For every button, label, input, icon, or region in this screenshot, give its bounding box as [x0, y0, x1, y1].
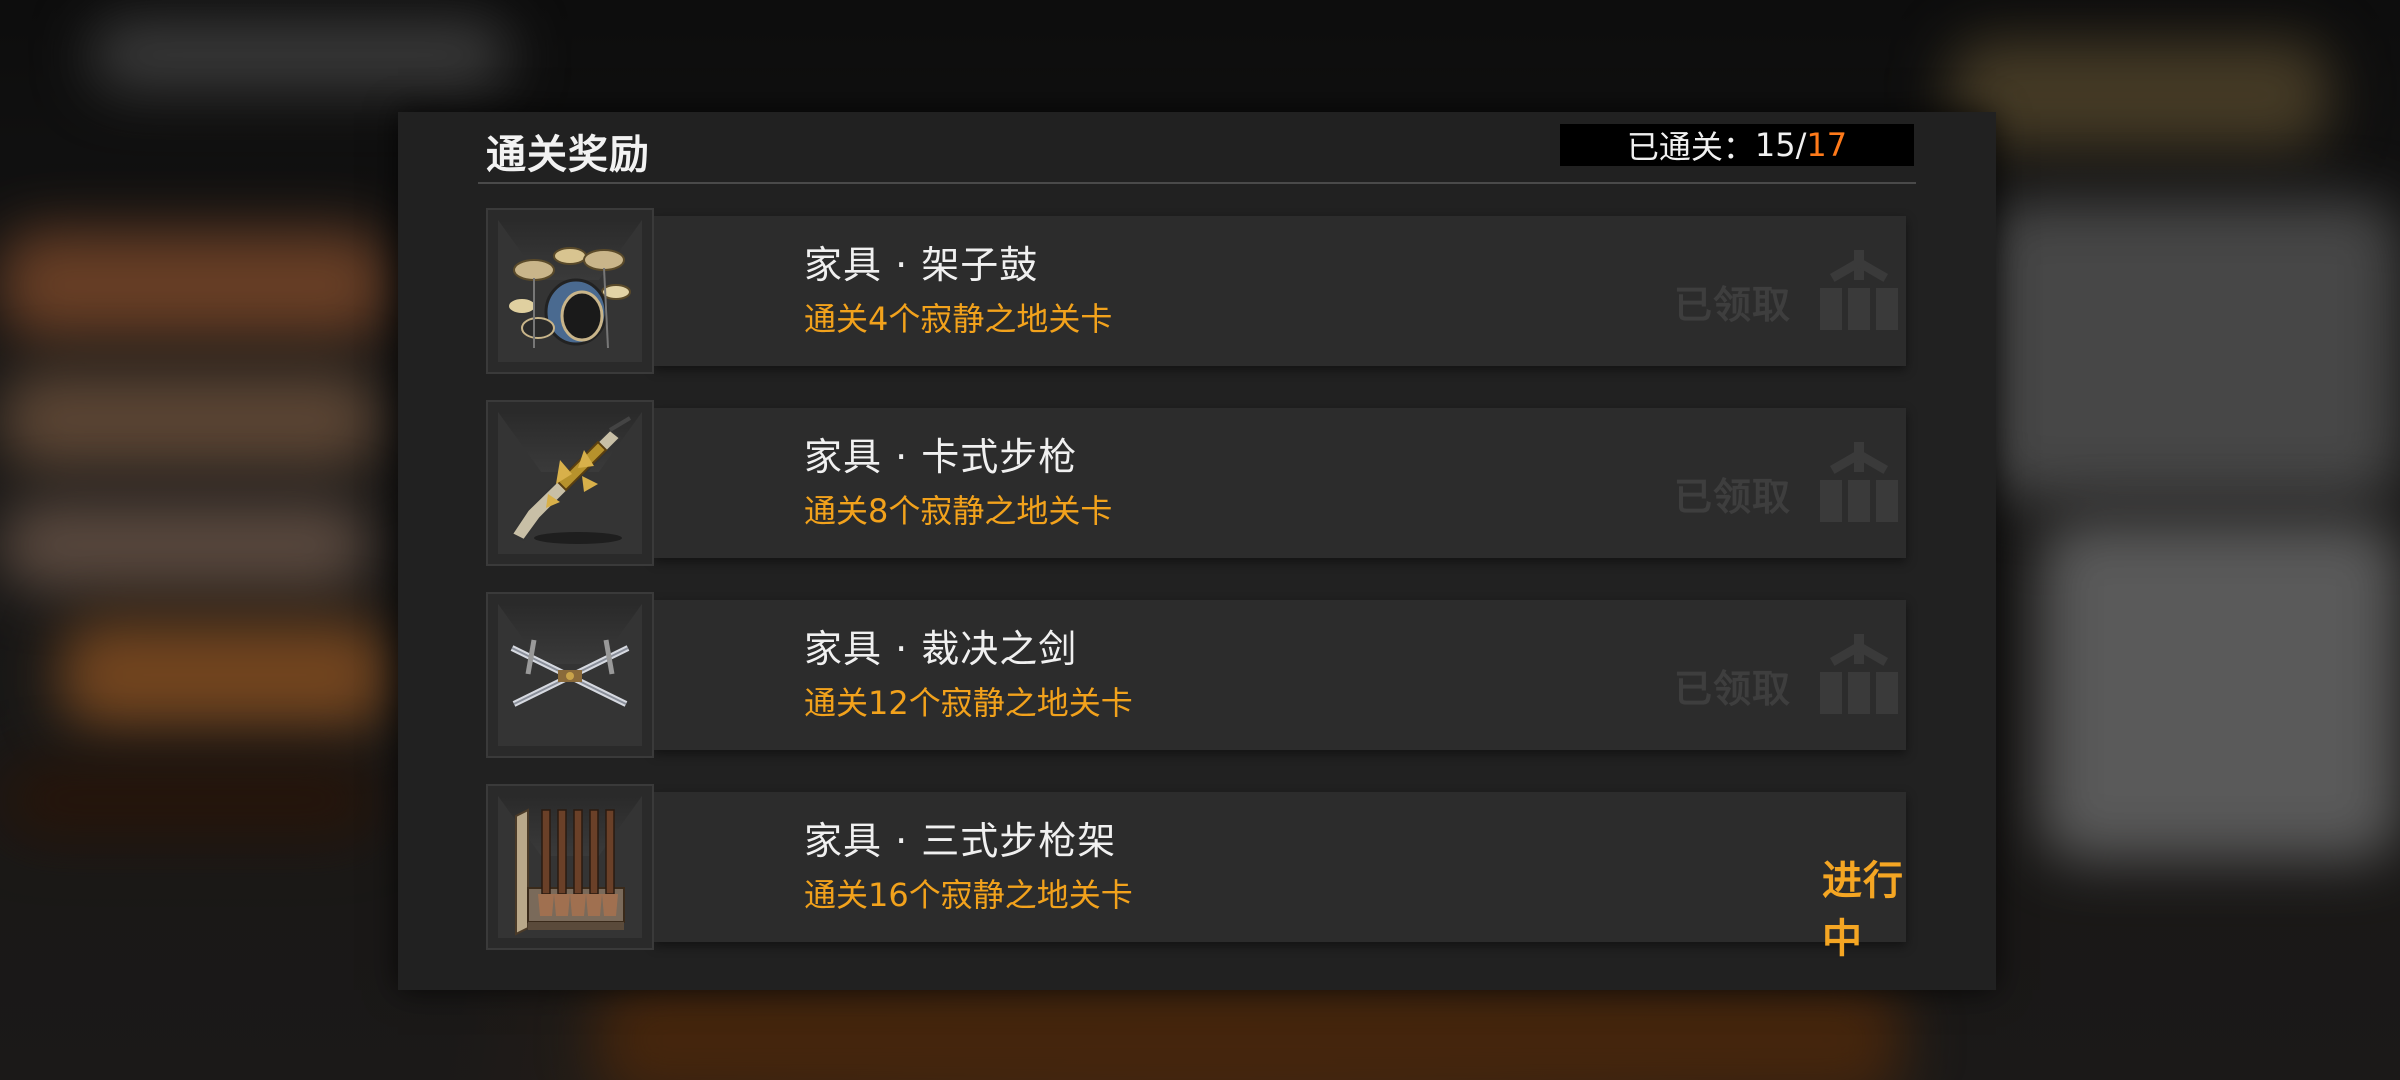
claimed-label: 已领取 — [1674, 282, 1792, 327]
gift-icon — [1820, 442, 1898, 522]
reward-requirement: 通关16个寂静之地关卡 — [804, 876, 1133, 914]
progress-label: 已通关： — [1626, 128, 1755, 166]
crossed-swords-icon — [510, 639, 630, 707]
reward-name: 家具 · 裁决之剑 — [804, 627, 1078, 671]
reward-row[interactable]: 已领取 — [486, 208, 1912, 374]
reward-name: 家具 · 卡式步枪 — [804, 435, 1078, 479]
item-frame — [486, 592, 654, 758]
in-progress-status: 进行中 — [1822, 857, 1904, 962]
clear-progress-counter: 已通关： 15/ 17 — [1560, 124, 1914, 166]
clear-reward-panel: 通关奖励 已通关： 15/ 17 已领取 家具 · 架子鼓 通关4个寂静之地关卡… — [398, 112, 1996, 990]
claimed-stamp: 已领取 — [1674, 628, 1904, 738]
reward-row[interactable]: 已领取 — [486, 400, 1912, 566]
rifle-rack-icon — [515, 808, 625, 936]
claimed-stamp: 已领取 — [1674, 244, 1904, 354]
reward-row[interactable]: 进行中 家具 · 三式步枪架 通关16个寂静之地关卡 — [486, 784, 1912, 962]
drum-kit-icon — [507, 247, 631, 349]
gift-icon — [1820, 250, 1898, 330]
reward-name: 家具 · 三式步枪架 — [804, 819, 1117, 863]
item-frame — [486, 784, 654, 950]
item-frame — [486, 400, 654, 566]
claimed-label: 已领取 — [1674, 474, 1792, 519]
claimed-stamp: 已领取 — [1674, 436, 1904, 546]
title-divider — [478, 182, 1916, 184]
claimed-label: 已领取 — [1674, 666, 1792, 711]
reward-requirement: 通关8个寂静之地关卡 — [804, 492, 1113, 530]
reward-requirement: 通关4个寂静之地关卡 — [804, 300, 1113, 338]
panel-title: 通关奖励 — [486, 131, 650, 178]
reward-requirement: 通关12个寂静之地关卡 — [804, 684, 1133, 722]
progress-total: 17 — [1806, 126, 1848, 164]
gift-icon — [1820, 634, 1898, 714]
item-frame — [486, 208, 654, 374]
reward-list: 已领取 家具 · 架子鼓 通关4个寂静之地关卡 已领取 家具 · 卡式步枪 通关… — [486, 208, 1912, 976]
reward-name: 家具 · 架子鼓 — [804, 243, 1039, 287]
reward-row[interactable]: 已领取 — [486, 592, 1912, 758]
rifle-icon — [510, 416, 632, 544]
progress-current: 15/ — [1754, 126, 1807, 164]
